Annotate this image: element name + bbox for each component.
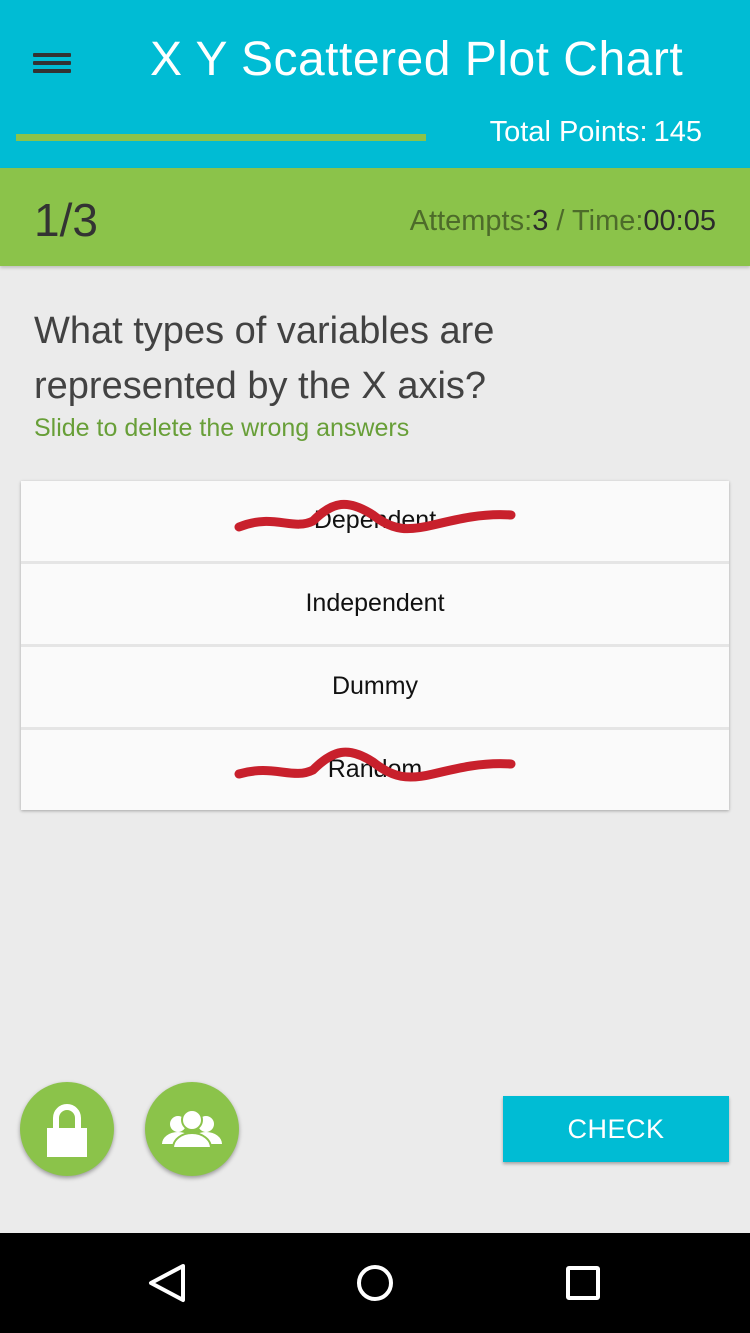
attempts-time: Attempts:3 / Time:00:05 bbox=[410, 205, 716, 238]
progress-bar bbox=[16, 134, 426, 141]
time-label: Time: bbox=[571, 205, 644, 237]
hint-text: Slide to delete the wrong answers bbox=[34, 414, 410, 442]
people-button[interactable] bbox=[145, 1082, 239, 1176]
answer-label: Independent bbox=[305, 589, 445, 617]
lock-icon bbox=[47, 1104, 87, 1157]
app-header: X Y Scattered Plot Chart Total Points: 14… bbox=[0, 0, 750, 168]
check-button[interactable]: CHECK bbox=[503, 1096, 729, 1162]
home-circle-icon[interactable] bbox=[315, 1233, 435, 1333]
answer-item-dependent[interactable]: Dependent bbox=[21, 481, 729, 561]
lock-button[interactable] bbox=[20, 1082, 114, 1176]
recent-apps-square-icon[interactable] bbox=[523, 1233, 643, 1333]
answer-item-dummy[interactable]: Dummy bbox=[21, 644, 729, 727]
hamburger-menu-icon[interactable] bbox=[28, 46, 76, 80]
progress-fill bbox=[16, 134, 426, 141]
page-title: X Y Scattered Plot Chart bbox=[150, 33, 684, 86]
time-value: 00:05 bbox=[643, 205, 716, 237]
back-triangle-icon[interactable] bbox=[107, 1233, 227, 1333]
attempts-label: Attempts: bbox=[409, 205, 533, 237]
total-points-label: Total Points: bbox=[489, 116, 648, 148]
total-points-value: 145 bbox=[653, 116, 702, 148]
question-text: What types of variables are represented … bbox=[34, 310, 495, 407]
answer-item-random[interactable]: Random bbox=[21, 727, 729, 810]
total-points: Total Points: 145 bbox=[490, 116, 702, 149]
system-nav-bar bbox=[0, 1233, 750, 1333]
screen: X Y Scattered Plot Chart Total Points: 14… bbox=[0, 0, 750, 1333]
answer-label: Dummy bbox=[331, 672, 419, 700]
question-counter: 1/3 bbox=[34, 194, 98, 246]
attempts-value: 3 bbox=[532, 205, 549, 237]
answer-list: Dependent Independent Dummy Random bbox=[21, 481, 729, 810]
people-icon bbox=[162, 1109, 222, 1149]
answer-label: Dependent bbox=[313, 506, 437, 534]
answer-label: Random bbox=[327, 755, 423, 783]
answer-item-independent[interactable]: Independent bbox=[21, 561, 729, 644]
separator: / bbox=[548, 205, 572, 237]
